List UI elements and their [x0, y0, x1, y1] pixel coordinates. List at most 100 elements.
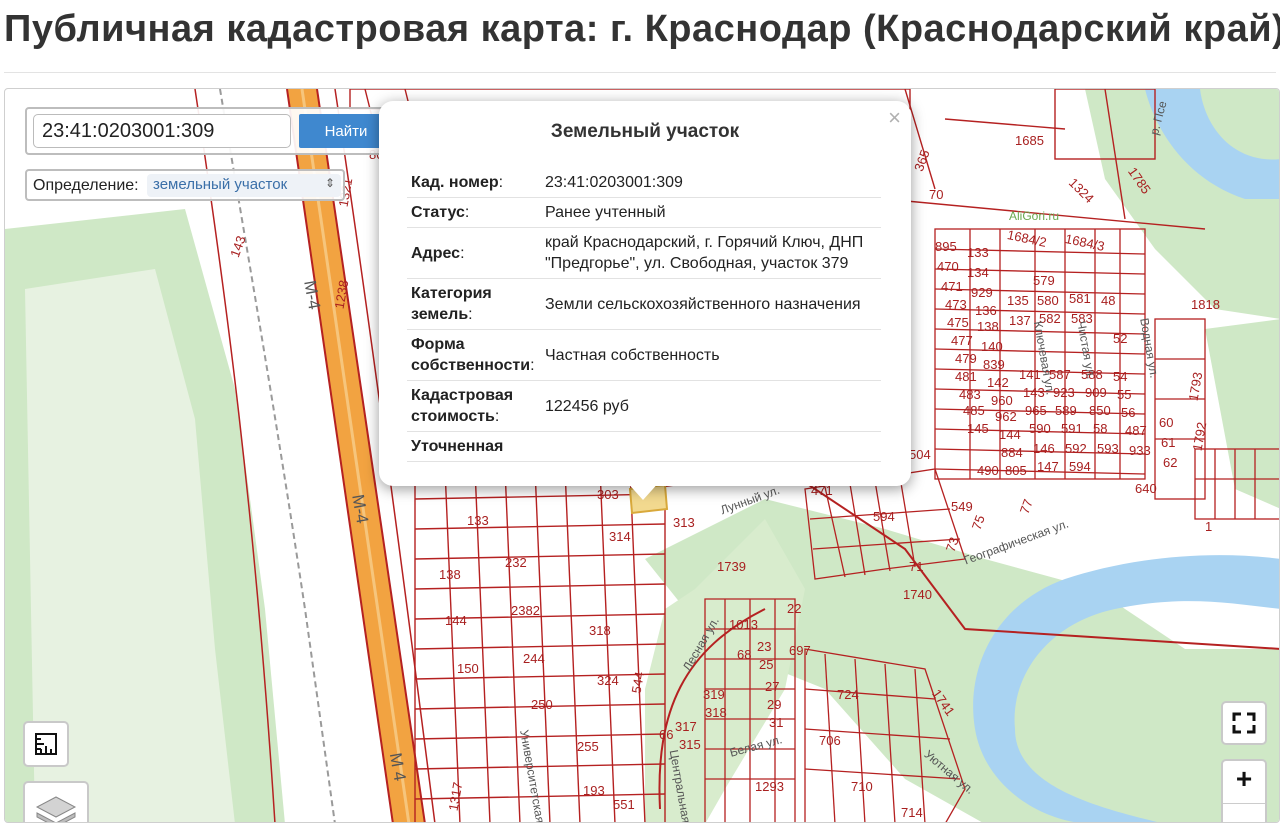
parcel-label[interactable]: 714 — [901, 805, 923, 820]
layers-button[interactable] — [23, 781, 89, 822]
zoom-in-button[interactable]: + — [1221, 759, 1267, 822]
parcel-label[interactable]: 55 — [1117, 387, 1131, 402]
parcel-label[interactable]: 1293 — [755, 779, 784, 794]
parcel-label[interactable]: 140 — [981, 339, 1003, 354]
parcel-label[interactable]: 1739 — [717, 559, 746, 574]
parcel-label[interactable]: 884 — [1001, 445, 1023, 460]
parcel-label[interactable]: 850 — [1089, 403, 1111, 418]
parcel-label[interactable]: 933 — [1129, 443, 1151, 458]
parcel-label[interactable]: 724 — [837, 687, 859, 702]
parcel-label[interactable]: 895 — [935, 239, 957, 254]
parcel-label[interactable]: 805 — [1005, 463, 1027, 478]
parcel-label[interactable]: 61 — [1161, 435, 1175, 450]
parcel-label[interactable]: 138 — [977, 319, 999, 334]
parcel-label[interactable]: 579 — [1033, 273, 1055, 288]
parcel-label[interactable]: 839 — [983, 357, 1005, 372]
parcel-label[interactable]: 580 — [1037, 293, 1059, 308]
parcel-label[interactable]: 144 — [999, 427, 1021, 442]
parcel-label[interactable]: 960 — [991, 393, 1013, 408]
parcel-label[interactable]: 136 — [975, 303, 997, 318]
parcel-label[interactable]: 25 — [759, 657, 773, 672]
parcel-label[interactable]: 27 — [765, 679, 779, 694]
parcel-label[interactable]: 909 — [1085, 385, 1107, 400]
parcel-label[interactable]: 62 — [1163, 455, 1177, 470]
parcel-label[interactable]: 1 — [1205, 519, 1212, 534]
parcel-label[interactable]: 551 — [613, 797, 635, 812]
parcel-label[interactable]: 490 — [977, 463, 999, 478]
parcel-label[interactable]: 133 — [967, 245, 989, 260]
parcel-label[interactable]: 2382 — [511, 603, 540, 618]
definition-select[interactable]: земельный участок ⇕ — [147, 174, 341, 197]
parcel-label[interactable]: 1013 — [729, 617, 758, 632]
parcel-label[interactable]: 481 — [955, 369, 977, 384]
cadastral-number-input[interactable] — [33, 114, 291, 148]
parcel-label[interactable]: 592 — [1065, 441, 1087, 456]
parcel-label[interactable]: 1740 — [903, 587, 932, 602]
parcel-label[interactable]: 962 — [995, 409, 1017, 424]
parcel-label[interactable]: 147 — [1037, 459, 1059, 474]
parcel-label[interactable]: 317 — [675, 719, 697, 734]
parcel-label[interactable]: 697 — [789, 643, 811, 658]
parcel-label[interactable]: 60 — [1159, 415, 1173, 430]
parcel-label[interactable]: 145 — [967, 421, 989, 436]
parcel-label[interactable]: 23 — [757, 639, 771, 654]
parcel-label[interactable]: 71 — [909, 559, 923, 574]
parcel-label[interactable]: 706 — [819, 733, 841, 748]
parcel-label[interactable]: 318 — [589, 623, 611, 638]
parcel-label[interactable]: 483 — [959, 387, 981, 402]
parcel-label[interactable]: 133 — [467, 513, 489, 528]
parcel-label[interactable]: 244 — [523, 651, 545, 666]
parcel-label[interactable]: 255 — [577, 739, 599, 754]
parcel-label[interactable]: 479 — [955, 351, 977, 366]
parcel-label[interactable]: 1685 — [1015, 133, 1044, 148]
parcel-label[interactable]: 141 — [1019, 367, 1041, 382]
parcel-label[interactable]: 58 — [1093, 421, 1107, 436]
parcel-label[interactable]: 594 — [1069, 459, 1091, 474]
parcel-label[interactable]: 66 — [659, 727, 673, 742]
parcel-label[interactable]: 318 — [705, 705, 727, 720]
parcel-label[interactable]: 319 — [703, 687, 725, 702]
parcel-label[interactable]: 22 — [787, 601, 801, 616]
parcel-label[interactable]: 594 — [873, 509, 895, 524]
ruler-button[interactable] — [23, 721, 69, 767]
parcel-label[interactable]: 134 — [967, 265, 989, 280]
parcel-label[interactable]: 29 — [767, 697, 781, 712]
parcel-label[interactable]: 504 — [909, 447, 931, 462]
parcel-label[interactable]: 31 — [769, 715, 783, 730]
parcel-label[interactable]: 324 — [597, 673, 619, 688]
parcel-label[interactable]: 142 — [987, 375, 1009, 390]
parcel-label[interactable]: 473 — [945, 297, 967, 312]
parcel-label[interactable]: 471 — [941, 279, 963, 294]
parcel-label[interactable]: 68 — [737, 647, 751, 662]
parcel-label[interactable]: 929 — [971, 285, 993, 300]
parcel-label[interactable]: 710 — [851, 779, 873, 794]
parcel-label[interactable]: 137 — [1009, 313, 1031, 328]
parcel-label[interactable]: 135 — [1007, 293, 1029, 308]
parcel-label[interactable]: 314 — [609, 529, 631, 544]
parcel-label[interactable]: 475 — [947, 315, 969, 330]
parcel-label[interactable]: 485 — [963, 403, 985, 418]
parcel-label[interactable]: 56 — [1121, 405, 1135, 420]
parcel-label[interactable]: 590 — [1029, 421, 1051, 436]
parcel-label[interactable]: 477 — [951, 333, 973, 348]
parcel-label[interactable]: 144 — [445, 613, 467, 628]
parcel-label[interactable]: 232 — [505, 555, 527, 570]
parcel-label[interactable]: 52 — [1113, 331, 1127, 346]
parcel-label[interactable]: 54 — [1113, 369, 1127, 384]
parcel-label[interactable]: 250 — [531, 697, 553, 712]
parcel-label[interactable]: 640 — [1135, 481, 1157, 496]
parcel-label[interactable]: 549 — [951, 499, 973, 514]
parcel-label[interactable]: 1818 — [1191, 297, 1220, 312]
close-icon[interactable]: × — [888, 105, 901, 131]
parcel-label[interactable]: 70 — [929, 187, 943, 202]
parcel-label[interactable]: 146 — [1033, 441, 1055, 456]
parcel-label[interactable]: 470 — [937, 259, 959, 274]
parcel-label[interactable]: 138 — [439, 567, 461, 582]
parcel-label[interactable]: 315 — [679, 737, 701, 752]
map-view[interactable]: 1685 1324 1785 365 70 1684/2 1684/3 895 … — [4, 88, 1280, 823]
parcel-label[interactable]: 589 — [1055, 403, 1077, 418]
parcel-label[interactable]: 487 — [1125, 423, 1147, 438]
parcel-label[interactable]: 193 — [583, 783, 605, 798]
parcel-label[interactable]: 593 — [1097, 441, 1119, 456]
fullscreen-button[interactable] — [1221, 701, 1267, 745]
